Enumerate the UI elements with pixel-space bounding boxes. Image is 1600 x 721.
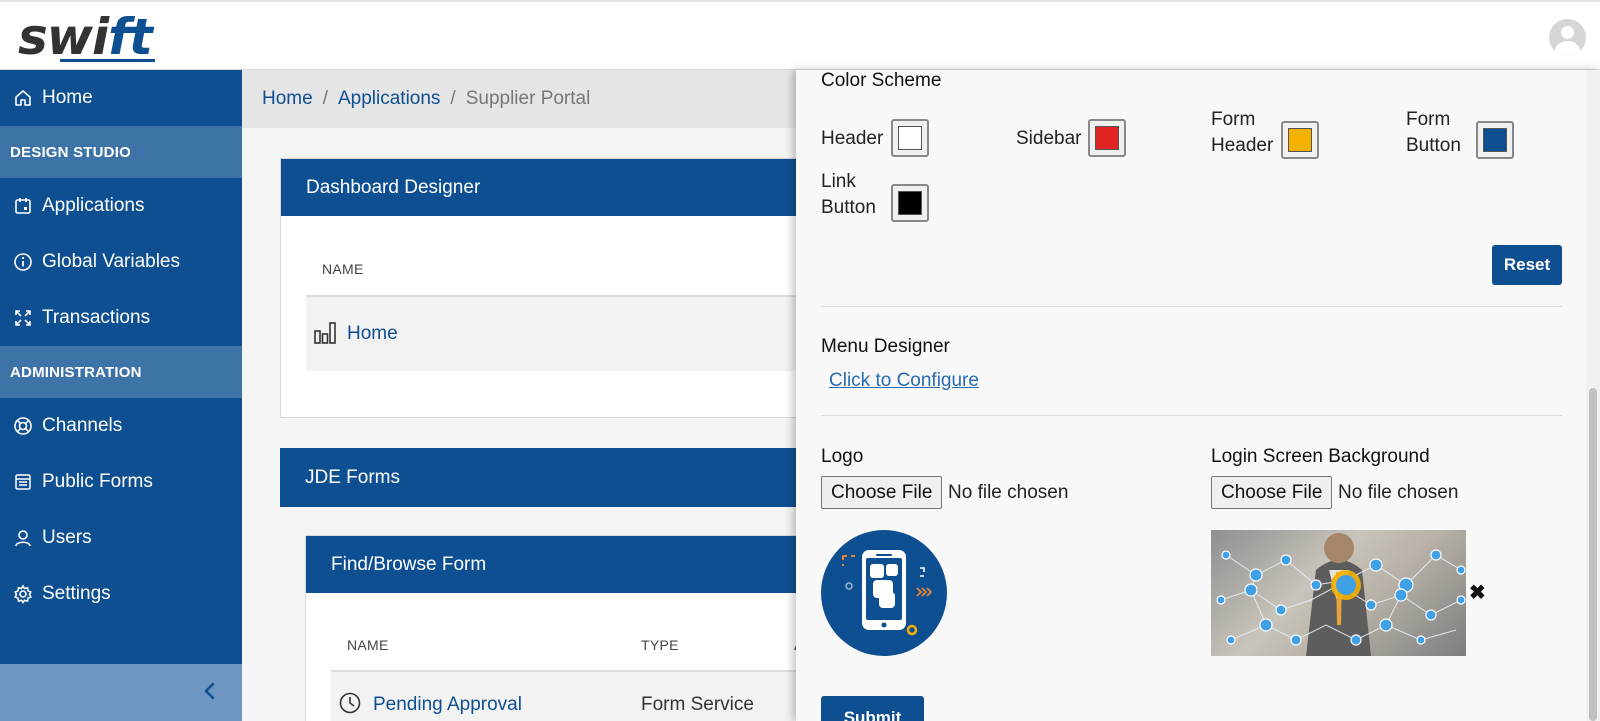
sidebar-item-users[interactable]: Users: [0, 510, 242, 566]
column-header-name: NAME: [347, 637, 389, 653]
color-scheme-title: Color Scheme: [821, 70, 942, 91]
bar-chart-icon: [314, 321, 336, 350]
column-header-type: TYPE: [641, 637, 679, 653]
divider: [821, 306, 1562, 307]
sidebar-item-label: Public Forms: [42, 471, 153, 492]
card-title: Find/Browse Form: [306, 536, 821, 593]
sidebar-item-label: Users: [42, 527, 92, 548]
form-link-pending-approval[interactable]: Pending Approval: [373, 694, 522, 716]
menu-designer-title: Menu Designer: [821, 336, 950, 357]
sidebar-item-label: Applications: [42, 195, 145, 216]
form-button-color-swatch[interactable]: [1476, 121, 1514, 159]
form-icon: [12, 471, 34, 493]
swatch-label-header: Header: [821, 128, 884, 149]
info-icon: [12, 251, 34, 273]
sidebar-item-home[interactable]: Home: [0, 70, 242, 126]
sidebar-item-label: Settings: [42, 583, 111, 604]
breadcrumb-separator: /: [450, 88, 456, 109]
sidebar-item-label: Global Variables: [42, 251, 181, 272]
remove-background-icon[interactable]: ✖: [1469, 580, 1486, 605]
panel-scrollbar-thumb[interactable]: [1589, 388, 1597, 721]
dashboard-link-home[interactable]: Home: [347, 323, 398, 345]
card-title: Dashboard Designer: [281, 159, 821, 216]
swatch-label-link-button: Link Button: [821, 171, 876, 218]
sidebar-item-label: Home: [42, 87, 93, 108]
card-title: JDE Forms: [280, 448, 820, 507]
sidebar-color-swatch[interactable]: [1088, 119, 1126, 157]
reset-button[interactable]: Reset: [1492, 245, 1562, 285]
logo-preview-image: [821, 530, 947, 656]
settings-panel: Color Scheme Header Sidebar Form Header F…: [796, 70, 1600, 721]
logo-choose-file-button[interactable]: Choose File: [821, 476, 943, 509]
lifebuoy-icon: [12, 415, 34, 437]
swatch-label-sidebar: Sidebar: [1016, 128, 1082, 149]
sidebar-item-label: Transactions: [42, 307, 151, 328]
header-color-swatch[interactable]: [891, 119, 929, 157]
sidebar-item-settings[interactable]: Settings: [0, 566, 242, 622]
breadcrumb-home[interactable]: Home: [262, 88, 313, 110]
login-bg-title: Login Screen Background: [1211, 446, 1430, 467]
sidebar: Home DESIGN STUDIO Applications Global V…: [0, 70, 242, 721]
expand-arrows-icon: [12, 307, 34, 329]
breadcrumb-separator: /: [322, 88, 328, 109]
chevron-left-icon: [200, 680, 220, 707]
login-background-preview-image: [1211, 530, 1466, 656]
calendar-icon: [12, 195, 34, 217]
logo-underline: [60, 59, 155, 62]
section-administration: ADMINISTRATION: [0, 346, 242, 398]
column-header-name: NAME: [322, 261, 364, 277]
breadcrumb: Home / Applications / Supplier Portal: [242, 70, 800, 128]
swatch-fill: [1483, 128, 1507, 152]
top-header: swift: [0, 0, 1600, 70]
section-design-studio: DESIGN STUDIO: [0, 126, 242, 178]
table-row[interactable]: Pending Approval Form Service: [331, 670, 821, 721]
sidebar-collapse-toggle[interactable]: [0, 664, 242, 721]
form-header-color-swatch[interactable]: [1281, 121, 1319, 159]
breadcrumb-applications[interactable]: Applications: [338, 88, 440, 110]
sidebar-item-transactions[interactable]: Transactions: [0, 290, 242, 346]
sidebar-item-label: Channels: [42, 415, 123, 436]
link-button-color-swatch[interactable]: [891, 184, 929, 222]
sidebar-item-global-variables[interactable]: Global Variables: [0, 234, 242, 290]
form-type-value: Form Service: [641, 694, 754, 715]
swift-logo[interactable]: swift: [18, 8, 153, 66]
sidebar-item-public-forms[interactable]: Public Forms: [0, 454, 242, 510]
logo-file-status: No file chosen: [948, 482, 1069, 503]
find-browse-form-card: Find/Browse Form NAME TYPE A Pending App…: [305, 535, 821, 721]
login-bg-file-status: No file chosen: [1338, 482, 1459, 503]
swatch-fill: [898, 191, 922, 215]
swatch-label-form-header: Form Header: [1211, 109, 1274, 156]
swatch-label-form-button: Form Button: [1406, 109, 1461, 156]
gear-icon: [12, 583, 34, 605]
user-icon: [12, 527, 34, 549]
swatch-fill: [1288, 128, 1312, 152]
sidebar-item-channels[interactable]: Channels: [0, 398, 242, 454]
swatch-fill: [1095, 126, 1119, 150]
user-avatar-icon[interactable]: [1549, 19, 1586, 56]
swatch-fill: [898, 126, 922, 150]
home-icon: [12, 87, 34, 109]
submit-button[interactable]: Submit: [821, 696, 924, 721]
login-bg-choose-file-button[interactable]: Choose File: [1211, 476, 1333, 509]
divider: [821, 415, 1562, 416]
clock-icon: [339, 692, 361, 719]
sidebar-item-applications[interactable]: Applications: [0, 178, 242, 234]
table-row[interactable]: Home: [306, 295, 821, 371]
breadcrumb-current: Supplier Portal: [465, 88, 591, 109]
logo-title: Logo: [821, 446, 864, 467]
click-to-configure-link[interactable]: Click to Configure: [829, 370, 979, 392]
dashboard-designer-card: Dashboard Designer NAME Home: [280, 158, 821, 418]
